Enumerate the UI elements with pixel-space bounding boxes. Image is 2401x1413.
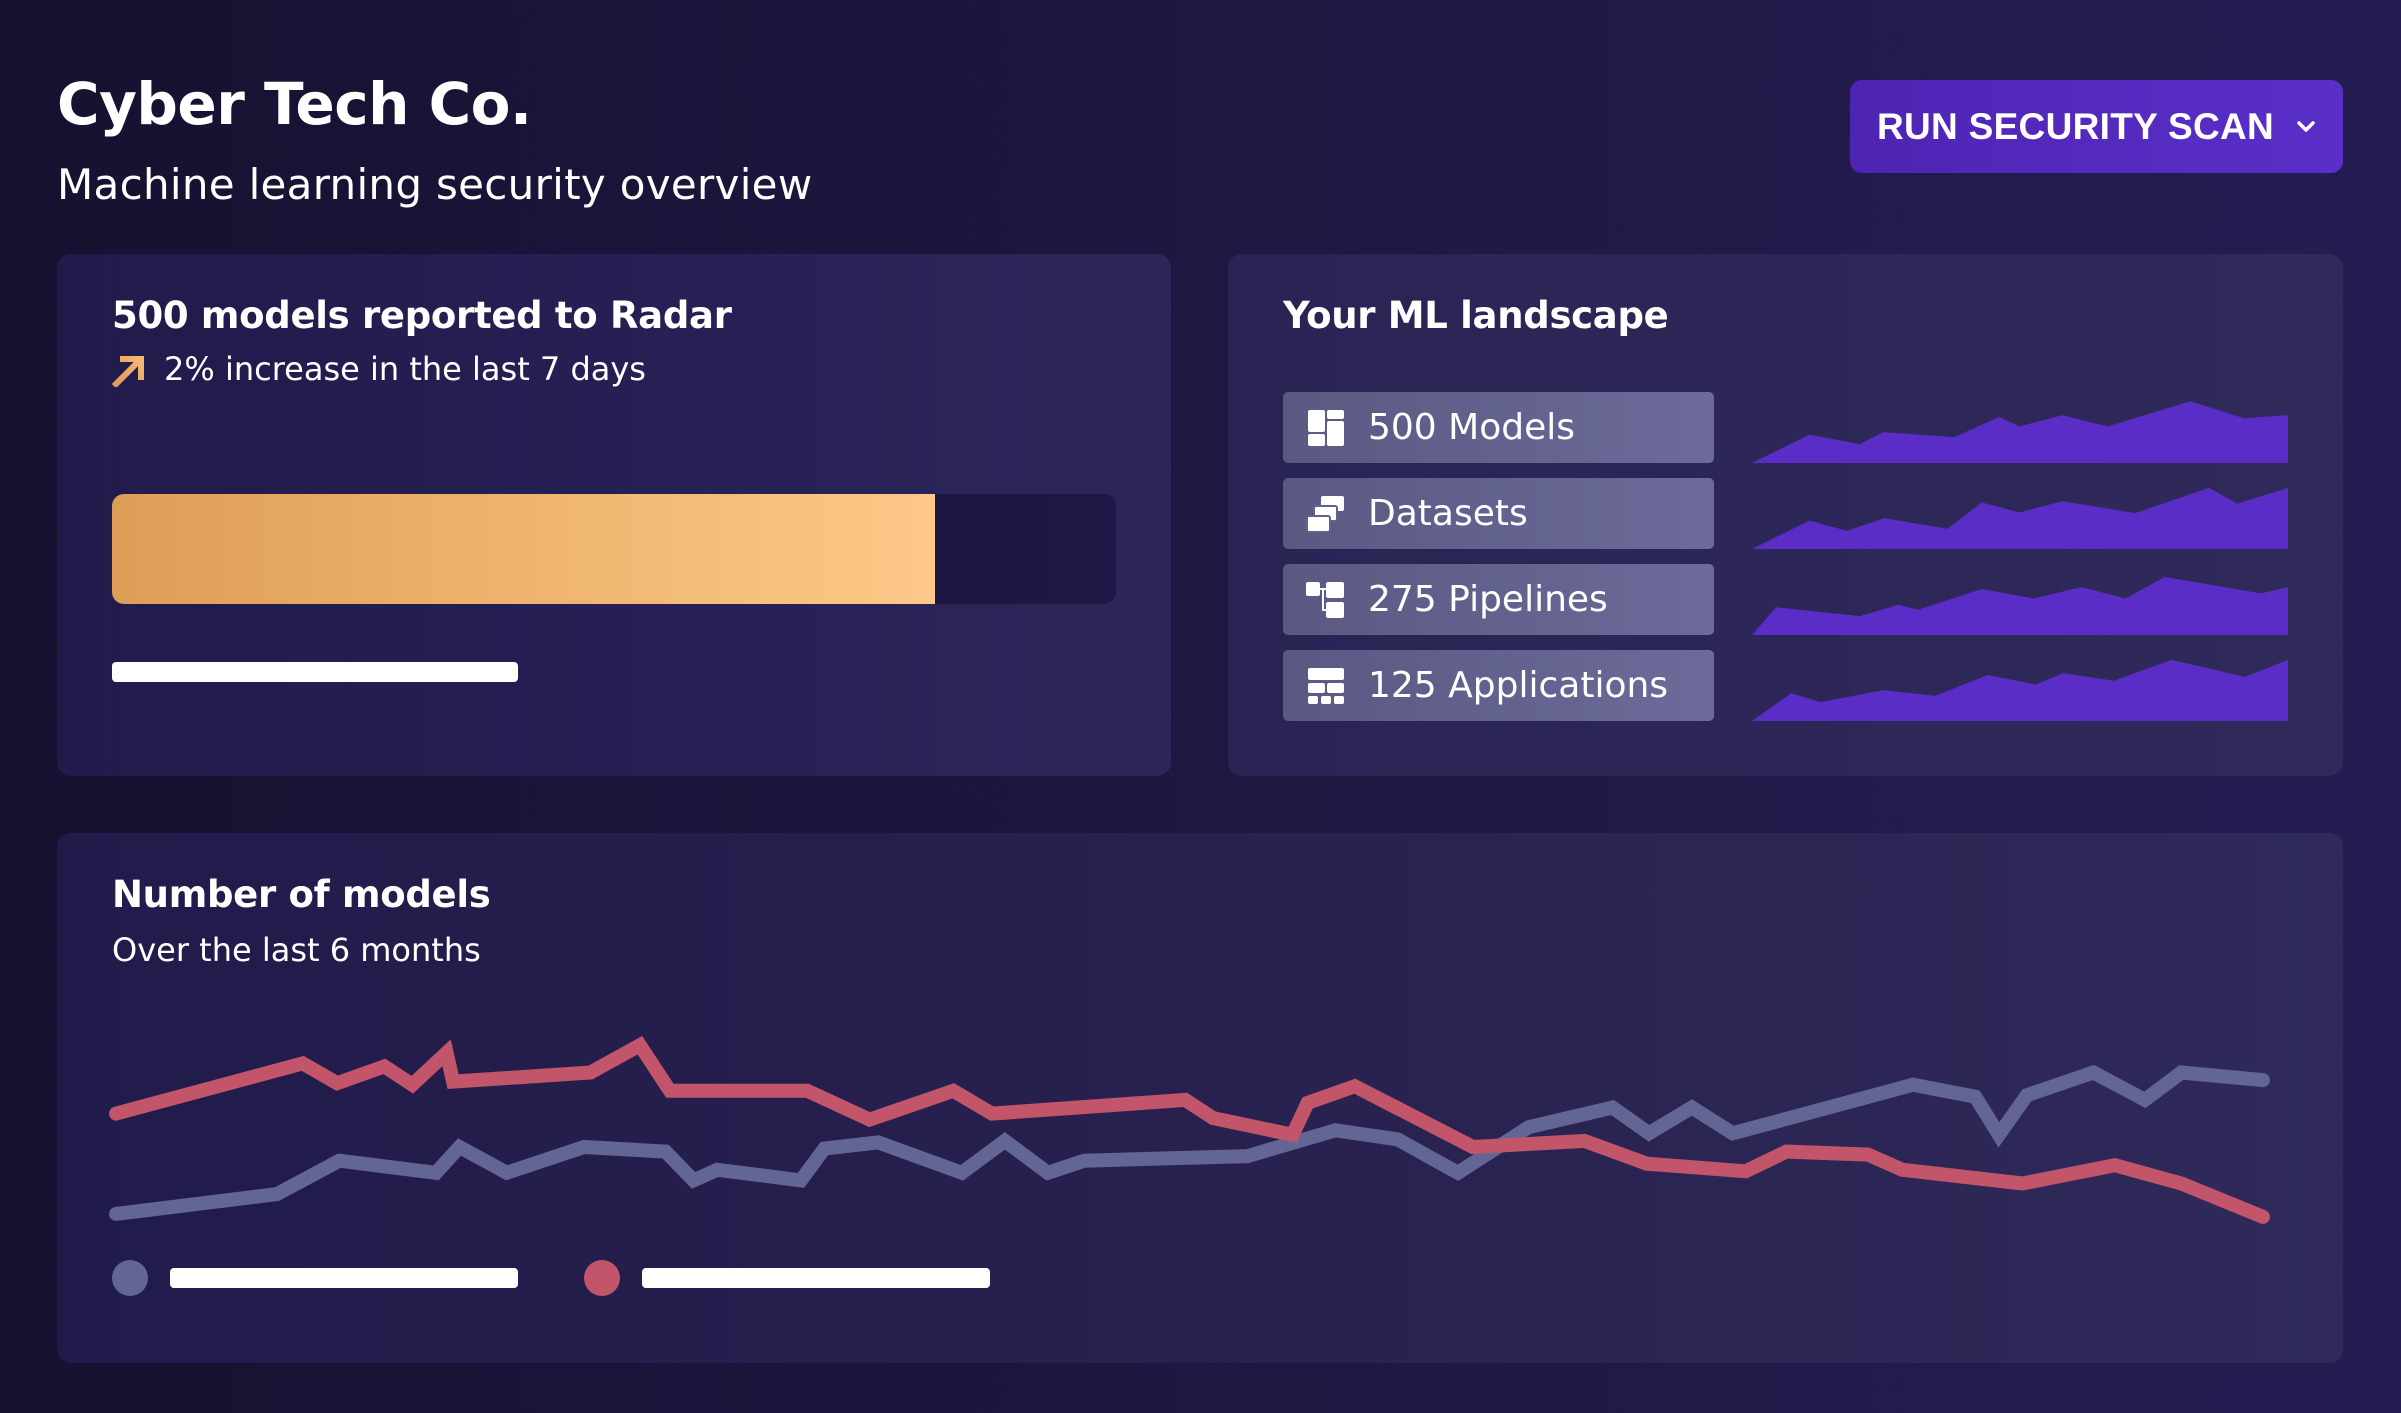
chevron-down-icon[interactable] — [2296, 120, 2316, 134]
models-chart-card: Number of models Over the last 6 months — [57, 833, 2343, 1363]
models-line-chart — [109, 1035, 2270, 1224]
landscape-item-label: 275 Pipelines — [1368, 579, 1608, 620]
legend-label-series-b — [642, 1268, 990, 1288]
models-grid-icon — [1306, 408, 1346, 448]
page-subtitle: Machine learning security overview — [57, 160, 813, 209]
arrow-up-right-icon — [112, 356, 144, 387]
landscape-item-applications[interactable]: 125 Applications — [1283, 650, 1714, 721]
radar-progress-bar — [112, 494, 1116, 604]
pipelines-tree-icon — [1306, 580, 1346, 620]
landscape-item-datasets[interactable]: Datasets — [1283, 478, 1714, 549]
landscape-item-pipelines[interactable]: 275 Pipelines — [1283, 564, 1714, 635]
legend-dot-series-a — [112, 1260, 148, 1296]
placeholder-text-bar — [112, 662, 518, 682]
sparkline-area — [1752, 401, 2288, 463]
radar-card-heading: 500 models reported to Radar — [112, 294, 732, 337]
sparkline-area — [1752, 577, 2288, 635]
line-series-a — [109, 1064, 2270, 1221]
landscape-item-label: 125 Applications — [1368, 665, 1669, 706]
landscape-card-heading: Your ML landscape — [1283, 294, 1669, 337]
radar-card: 500 models reported to Radar 2% increase… — [57, 254, 1171, 776]
run-security-scan-button[interactable]: RUN SECURITY SCAN — [1850, 80, 2343, 173]
datasets-stack-icon — [1306, 494, 1346, 534]
sparkline-pipelines — [1752, 577, 2288, 635]
chart-title: Number of models — [112, 873, 491, 916]
run-security-scan-label: RUN SECURITY SCAN — [1876, 105, 2275, 147]
sparkline-models — [1752, 401, 2288, 463]
sparkline-area — [1752, 487, 2288, 549]
legend-dot-series-b — [584, 1260, 620, 1296]
landscape-card: Your ML landscape 500 Models Datasets 27… — [1228, 254, 2343, 776]
applications-grid-icon — [1306, 666, 1346, 706]
legend-label-series-a — [170, 1268, 518, 1288]
chart-subtitle: Over the last 6 months — [112, 931, 481, 969]
landscape-item-models[interactable]: 500 Models — [1283, 392, 1714, 463]
line-series-b — [109, 1035, 2270, 1224]
sparkline-applications — [1752, 659, 2288, 721]
sparkline-datasets — [1752, 487, 2288, 549]
radar-progress-fill — [112, 494, 936, 604]
landscape-item-label: 500 Models — [1368, 407, 1575, 448]
page-title: Cyber Tech Co. — [57, 70, 532, 138]
sparkline-area — [1752, 659, 2288, 721]
landscape-item-label: Datasets — [1368, 493, 1528, 534]
radar-trend-text: 2% increase in the last 7 days — [164, 350, 646, 388]
